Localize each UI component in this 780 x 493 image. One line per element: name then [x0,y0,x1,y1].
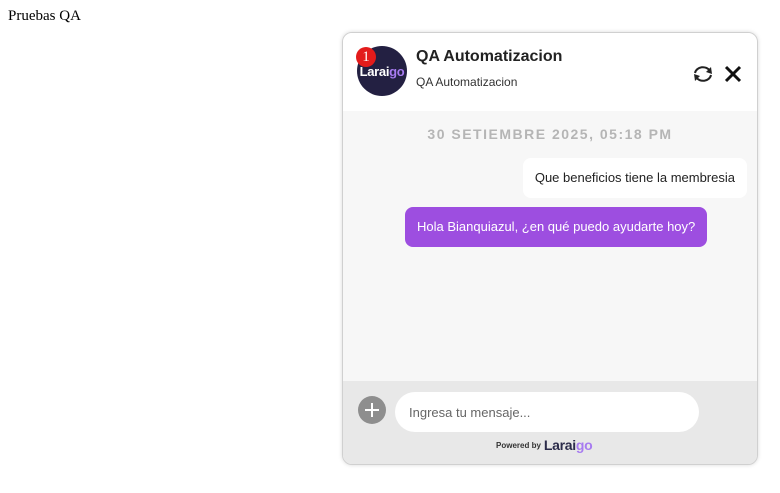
message-list[interactable]: 30 SETIEMBRE 2025, 05:18 PM Que benefici… [343,111,757,381]
add-attachment-button[interactable] [358,396,386,424]
date-separator: 30 SETIEMBRE 2025, 05:18 PM [427,126,673,142]
powered-by[interactable]: Powered by Laraigo [496,434,593,456]
bot-subtitle: QA Automatizacion [416,75,518,89]
bot-name: QA Automatizacion [416,48,563,65]
bot-message: Hola Bianquiazul, ¿en qué puedo ayudarte… [405,207,708,247]
laraigo-logo: Laraigo [543,437,593,453]
message-input[interactable] [395,392,699,432]
chat-widget: Laraigo 1 QA Automatizacion QA Automatiz… [342,32,758,465]
composer: Powered by Laraigo [343,381,757,464]
user-message: Que beneficios tiene la membresia [522,158,747,198]
powered-by-label: Powered by [496,440,541,450]
unread-badge: 1 [356,47,376,67]
chat-header: Laraigo 1 QA Automatizacion QA Automatiz… [343,33,757,111]
close-button[interactable] [721,62,745,86]
refresh-button[interactable] [691,62,715,86]
page-title: Pruebas QA [8,8,81,24]
close-icon [724,65,742,83]
refresh-icon [694,66,712,82]
